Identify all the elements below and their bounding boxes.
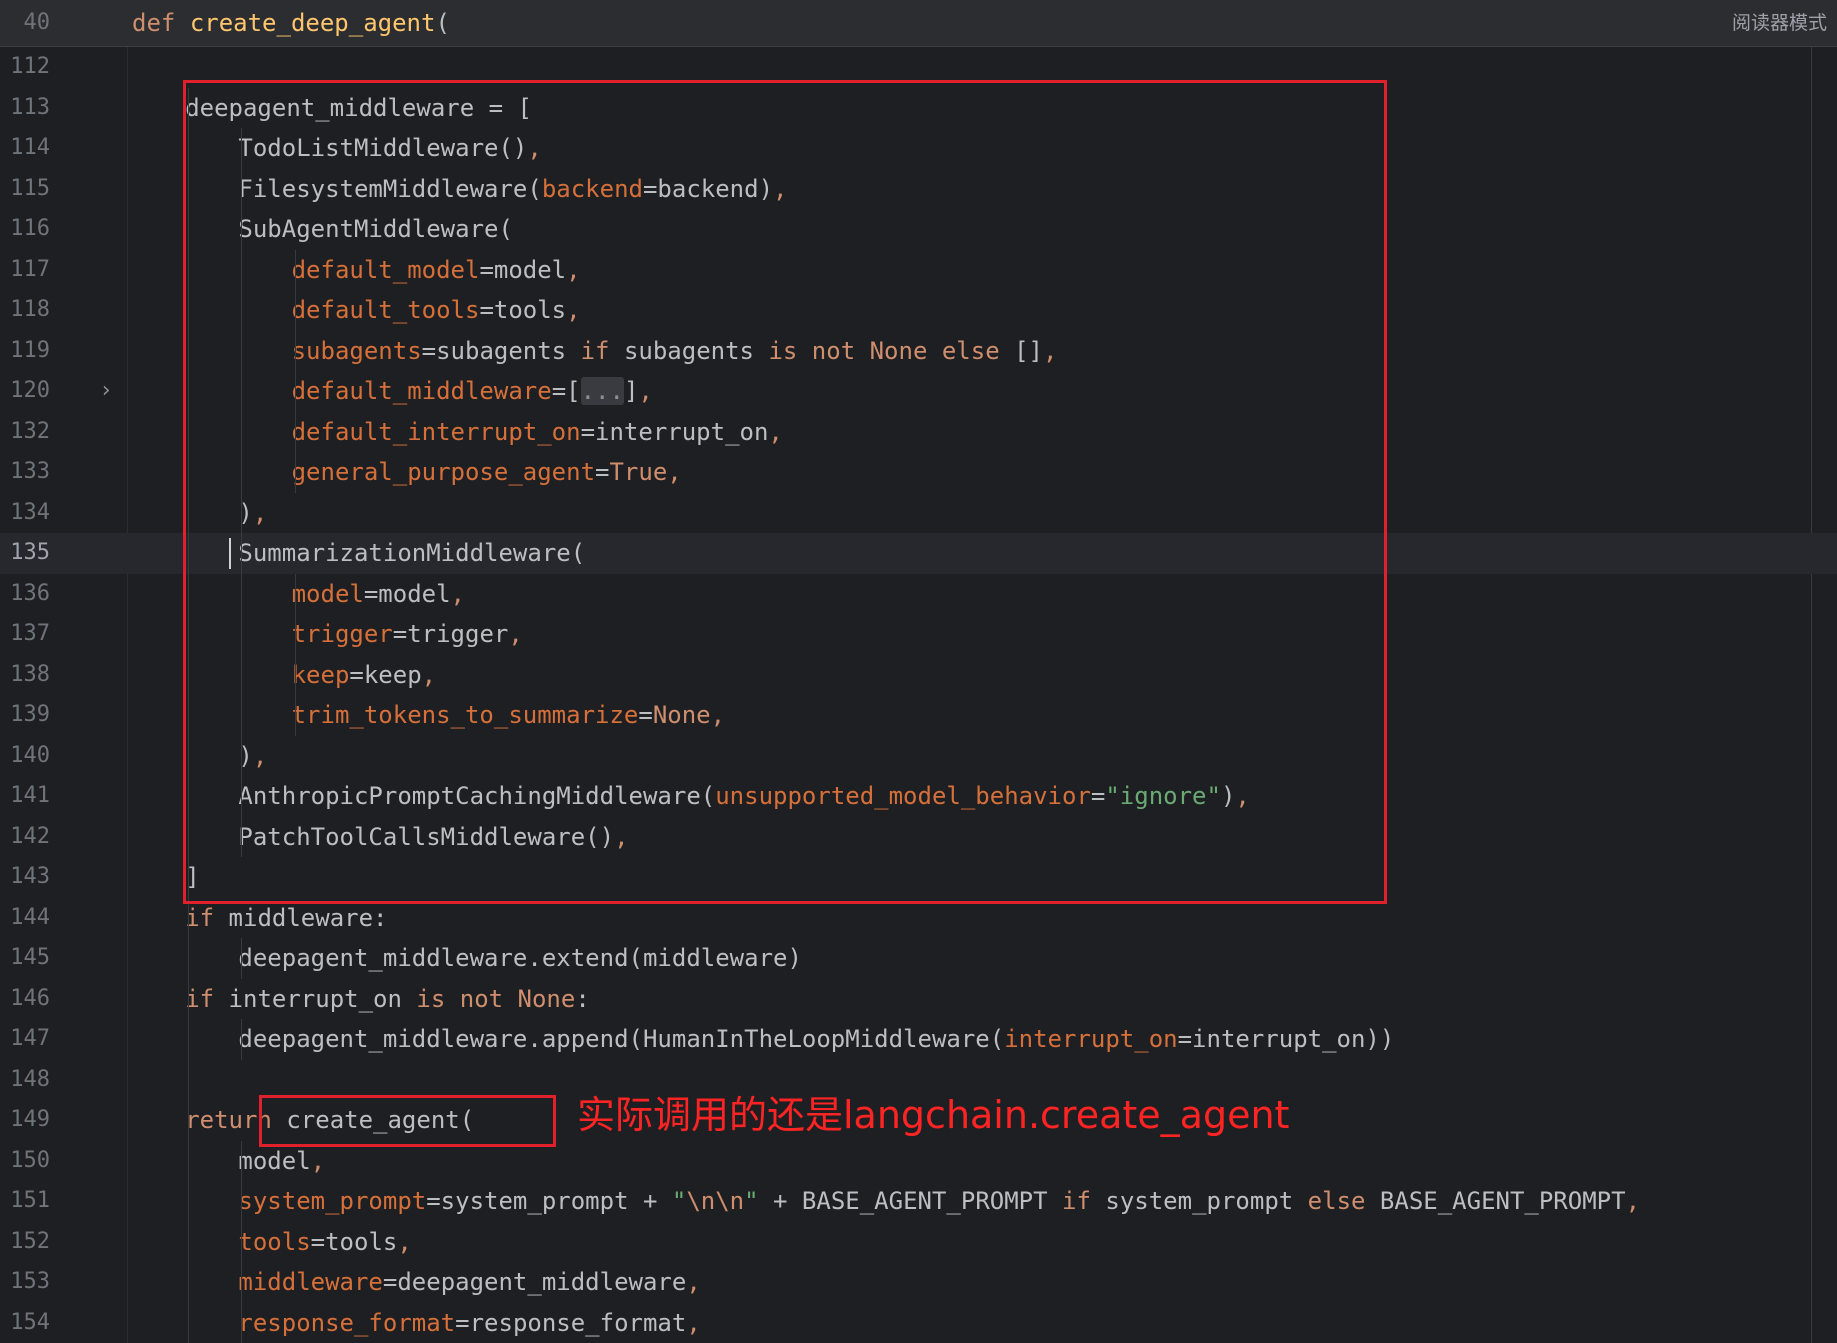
line-number[interactable]: 136 xyxy=(0,574,50,615)
code-line[interactable]: 146 if interrupt_on is not None: xyxy=(0,979,1837,1020)
fold-expand-icon[interactable]: › xyxy=(96,371,116,412)
code-text[interactable]: middleware=deepagent_middleware, xyxy=(238,1262,700,1303)
code-token: middleware: xyxy=(214,903,388,932)
code-token: =tools xyxy=(310,1227,398,1256)
line-number: 40 xyxy=(23,10,51,35)
line-number[interactable]: 112 xyxy=(0,47,50,88)
line-number[interactable]: 120 xyxy=(0,371,50,412)
code-token: else xyxy=(1307,1187,1366,1215)
code-token: if xyxy=(185,984,215,1013)
code-token: , xyxy=(397,1227,412,1256)
code-token: system_prompt xyxy=(238,1187,427,1215)
code-token: interrupt_on xyxy=(1004,1025,1178,1053)
code-line[interactable]: 154 response_format=response_format, xyxy=(0,1303,1837,1343)
sticky-scope-header[interactable]: 40 def create_deep_agent( 阅读器模式 xyxy=(0,0,1837,47)
code-token: is not None xyxy=(416,984,576,1013)
code-token: =response_format xyxy=(455,1308,687,1337)
line-number[interactable]: 133 xyxy=(0,452,50,493)
code-token: , xyxy=(686,1268,701,1296)
line-number[interactable]: 142 xyxy=(0,817,50,858)
sticky-code-line[interactable]: def create_deep_agent( xyxy=(132,0,450,46)
line-number[interactable]: 119 xyxy=(0,331,50,372)
line-number[interactable]: 145 xyxy=(0,938,50,979)
code-text[interactable]: response_format=response_format, xyxy=(238,1303,700,1343)
line-number[interactable]: 141 xyxy=(0,776,50,817)
middleware-highlight-box xyxy=(183,79,1387,904)
line-number[interactable]: 116 xyxy=(0,209,50,250)
code-text[interactable]: deepagent_middleware.extend(middleware) xyxy=(238,938,802,979)
code-token: interrupt_on xyxy=(214,984,417,1013)
line-number[interactable]: 118 xyxy=(0,290,50,331)
code-text[interactable]: system_prompt=system_prompt + "\n\n" + B… xyxy=(238,1181,1640,1222)
code-token: : xyxy=(575,984,590,1013)
line-number[interactable]: 140 xyxy=(0,736,50,777)
line-number[interactable]: 143 xyxy=(0,857,50,898)
code-token: if xyxy=(1062,1187,1091,1215)
code-token: create_deep_agent xyxy=(189,9,436,37)
line-number[interactable]: 146 xyxy=(0,979,50,1020)
code-token: + BASE_AGENT_PROMPT xyxy=(758,1187,1063,1215)
line-number[interactable]: 135 xyxy=(0,533,50,574)
code-token: " xyxy=(744,1187,759,1215)
code-text[interactable]: if middleware: xyxy=(185,898,387,939)
code-token: tools xyxy=(238,1227,311,1256)
line-number[interactable]: 154 xyxy=(0,1303,50,1343)
code-token: ( xyxy=(435,9,450,37)
line-number[interactable]: 151 xyxy=(0,1181,50,1222)
code-token: =system_prompt + xyxy=(426,1187,672,1215)
code-token: , xyxy=(686,1308,701,1337)
indent-guide xyxy=(241,938,242,979)
line-number[interactable]: 132 xyxy=(0,412,50,453)
code-line[interactable]: 145 deepagent_middleware.extend(middlewar… xyxy=(0,938,1837,979)
line-number[interactable]: 114 xyxy=(0,128,50,169)
line-number[interactable]: 149 xyxy=(0,1100,50,1141)
code-token: deepagent_middleware.extend(middleware) xyxy=(238,944,802,972)
code-token: =interrupt_on)) xyxy=(1177,1025,1395,1053)
code-token: if xyxy=(185,903,215,932)
line-number[interactable]: 153 xyxy=(0,1262,50,1303)
code-token: def xyxy=(132,9,176,37)
line-number[interactable]: 113 xyxy=(0,88,50,129)
code-token: model xyxy=(238,1146,311,1175)
line-number[interactable]: 137 xyxy=(0,614,50,655)
code-editor[interactable]: 40 def create_deep_agent( 阅读器模式 112 113 de… xyxy=(0,0,1837,1343)
line-number[interactable]: 138 xyxy=(0,655,50,696)
line-number[interactable]: 117 xyxy=(0,250,50,291)
indent-guide xyxy=(241,1140,242,1343)
line-number[interactable]: 148 xyxy=(0,1060,50,1101)
line-number[interactable]: 147 xyxy=(0,1019,50,1060)
create-agent-highlight-box xyxy=(259,1095,556,1147)
code-token: system_prompt xyxy=(1090,1187,1308,1215)
code-token: \n\n xyxy=(686,1187,745,1215)
line-number[interactable]: 150 xyxy=(0,1141,50,1182)
code-line[interactable]: 152 tools=tools, xyxy=(0,1222,1837,1263)
line-number[interactable]: 144 xyxy=(0,898,50,939)
line-number[interactable]: 152 xyxy=(0,1222,50,1263)
code-token: , xyxy=(310,1146,326,1175)
code-token: middleware xyxy=(238,1268,383,1296)
code-token: BASE_AGENT_PROMPT xyxy=(1365,1187,1626,1215)
reader-mode-button[interactable]: 阅读器模式 xyxy=(1732,0,1827,46)
code-token: =deepagent_middleware xyxy=(382,1268,687,1296)
indent-guide xyxy=(241,1019,242,1060)
code-text[interactable]: deepagent_middleware.append(HumanInTheLo… xyxy=(238,1019,1394,1060)
code-token: response_format xyxy=(238,1308,456,1337)
code-line[interactable]: 151 system_prompt=system_prompt + "\n\n" … xyxy=(0,1181,1837,1222)
code-text[interactable]: tools=tools, xyxy=(238,1222,411,1263)
line-number[interactable]: 115 xyxy=(0,169,50,210)
annotation-text: 实际调用的还是langchain.create_agent xyxy=(577,1093,1290,1137)
code-token: " xyxy=(671,1187,687,1215)
code-token: , xyxy=(1625,1187,1641,1215)
code-text[interactable]: if interrupt_on is not None: xyxy=(185,979,590,1020)
code-line[interactable]: 153 middleware=deepagent_middleware, xyxy=(0,1262,1837,1303)
code-line[interactable]: 147 deepagent_middleware.append(HumanInTh… xyxy=(0,1019,1837,1060)
line-number[interactable]: 139 xyxy=(0,695,50,736)
line-number[interactable]: 134 xyxy=(0,493,50,534)
code-token: deepagent_middleware.append(HumanInTheLo… xyxy=(238,1025,1005,1053)
code-line[interactable]: 144 if middleware: xyxy=(0,898,1837,939)
